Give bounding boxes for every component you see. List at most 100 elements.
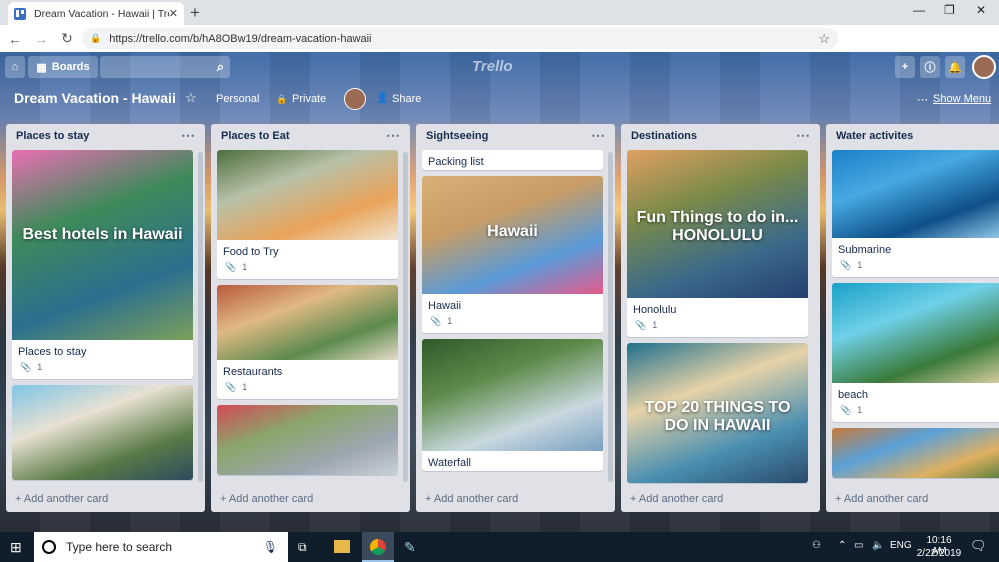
card[interactable]: [217, 405, 398, 475]
list-4[interactable]: Water activites⋯Submarine📎1beach📎1+ Add …: [826, 124, 999, 512]
list-3[interactable]: Destinations ⋯ Fun Things to do in... HONO…: [621, 124, 820, 512]
card[interactable]: Food to Try 📎 1: [217, 150, 398, 279]
task-view-icon[interactable]: ⧉: [298, 540, 307, 555]
card[interactable]: Waterfall: [422, 339, 603, 471]
cover-text: Hawaii: [487, 223, 538, 241]
card[interactable]: Fun Things to do in... HONOLULU Honolulu 📎…: [627, 150, 808, 337]
menu-dots-icon[interactable]: ⋯: [917, 93, 928, 106]
list-scrollbar[interactable]: [198, 152, 203, 482]
notifications-bell-icon[interactable]: 🔔: [945, 56, 965, 78]
list-menu-icon[interactable]: ⋯: [181, 127, 195, 144]
file-explorer-icon[interactable]: [334, 540, 350, 553]
list-title[interactable]: Water activites: [836, 130, 913, 142]
browser-tabstrip: Dream Vacation - Hawaii | Trello ✕ + — ❐…: [0, 0, 999, 25]
add-card-button[interactable]: + Add another card: [630, 493, 723, 505]
people-icon[interactable]: ⚇: [812, 540, 821, 551]
list-header[interactable]: Places to Eat ⋯: [211, 124, 410, 148]
maximize-button[interactable]: ❐: [944, 3, 955, 17]
windows-start-icon[interactable]: ⊞: [10, 539, 22, 556]
team-button[interactable]: Personal: [216, 93, 259, 105]
boards-button[interactable]: ▦ Boards: [28, 56, 98, 78]
language-indicator[interactable]: ENG: [890, 540, 912, 551]
add-card-button[interactable]: + Add another card: [425, 493, 518, 505]
create-button[interactable]: +: [895, 56, 915, 78]
list-2[interactable]: Sightseeing ⋯ Packing list Hawaii Hawaii 📎 1 Wa…: [416, 124, 615, 512]
list-1[interactable]: Places to Eat ⋯ Food to Try 📎 1 Restaurants 📎 1…: [211, 124, 410, 512]
app-icon[interactable]: ✎: [404, 539, 416, 556]
microphone-icon[interactable]: 🎙: [263, 540, 278, 554]
card[interactable]: Restaurants 📎 1: [217, 285, 398, 399]
volume-icon[interactable]: 🔈: [872, 540, 884, 551]
card-badges: 📎 1: [627, 318, 808, 337]
add-card-button[interactable]: + Add another card: [15, 493, 108, 505]
card-badges: 📎 1: [832, 403, 999, 422]
list-header[interactable]: Sightseeing ⋯: [416, 124, 615, 148]
trello-favicon-icon: [14, 7, 26, 20]
card[interactable]: Hawaii Hawaii 📎 1: [422, 176, 603, 333]
attachment-count: 1: [857, 260, 863, 270]
card-list: Best hotels in Hawaii Places to stay 📎 1: [12, 150, 193, 486]
card-title: Packing list: [428, 156, 484, 168]
address-bar[interactable]: 🔒 https://trello.com/b/hA8OBw19/dream-va…: [82, 28, 838, 49]
card-cover-image: [217, 150, 398, 240]
close-window-button[interactable]: ✕: [976, 3, 986, 17]
new-tab-button[interactable]: +: [190, 3, 200, 23]
card[interactable]: Submarine 📎 1: [832, 150, 999, 277]
attachment-count: 1: [447, 316, 453, 326]
star-board-icon[interactable]: ☆: [185, 90, 197, 106]
list-title[interactable]: Places to stay: [16, 130, 89, 142]
card[interactable]: [832, 428, 999, 478]
search-field[interactable]: ⌕: [100, 56, 230, 78]
card[interactable]: TOP 20 THINGS TO DO IN HAWAII: [627, 343, 808, 483]
clock-date[interactable]: 2/22/2019: [914, 548, 964, 559]
attachment-count: 1: [37, 362, 43, 372]
minimize-button[interactable]: —: [913, 3, 925, 17]
list-0[interactable]: Places to stay ⋯ Best hotels in Hawaii Plac…: [6, 124, 205, 512]
list-header[interactable]: Places to stay ⋯: [6, 124, 205, 148]
card[interactable]: beach 📎 1: [832, 283, 999, 422]
member-avatar[interactable]: [972, 55, 996, 79]
visibility-button[interactable]: Private: [292, 93, 326, 105]
list-title[interactable]: Places to Eat: [221, 130, 289, 142]
add-card-button[interactable]: + Add another card: [835, 493, 928, 505]
share-button[interactable]: Share: [392, 93, 421, 105]
taskbar-search[interactable]: Type here to search 🎙: [34, 532, 288, 562]
network-icon[interactable]: ▭: [854, 540, 863, 551]
tab-title: Dream Vacation - Hawaii | Trello: [34, 7, 169, 20]
add-card-button[interactable]: + Add another card: [220, 493, 313, 505]
bookmark-star-icon[interactable]: ☆: [818, 31, 830, 47]
card-cover-image: [217, 285, 398, 360]
card[interactable]: Packing list: [422, 150, 603, 170]
back-arrow-icon[interactable]: ←: [4, 31, 26, 47]
list-menu-icon[interactable]: ⋯: [796, 127, 810, 144]
tray-chevron-icon[interactable]: ⌃: [838, 540, 846, 551]
card[interactable]: Best hotels in Hawaii Places to stay 📎 1: [12, 150, 193, 379]
list-header[interactable]: Water activites⋯: [826, 124, 999, 148]
chrome-taskbar-button[interactable]: [362, 532, 394, 562]
list-scrollbar[interactable]: [608, 152, 613, 482]
tab-close-icon[interactable]: ✕: [169, 7, 178, 20]
trello-logo[interactable]: Trello: [472, 58, 513, 75]
info-icon[interactable]: ⓘ: [920, 56, 940, 78]
card[interactable]: [12, 385, 193, 480]
list-title[interactable]: Destinations: [631, 130, 697, 142]
card-cover-image: [217, 405, 398, 475]
list-scrollbar[interactable]: [403, 152, 408, 482]
reload-icon[interactable]: ↻: [56, 30, 78, 47]
list-menu-icon[interactable]: ⋯: [386, 127, 400, 144]
board-title[interactable]: Dream Vacation - Hawaii: [14, 90, 176, 106]
card-title: Submarine: [838, 244, 892, 256]
list-header[interactable]: Destinations ⋯: [621, 124, 820, 148]
board-member-avatar[interactable]: [344, 88, 366, 110]
browser-tab[interactable]: Dream Vacation - Hawaii | Trello ✕: [8, 2, 184, 25]
show-menu-button[interactable]: Show Menu: [933, 93, 991, 105]
attachment-icon: 📎: [840, 405, 852, 415]
action-center-icon[interactable]: 🗨: [970, 538, 987, 554]
card-badges: 📎 1: [217, 260, 398, 279]
lock-icon: 🔒: [276, 94, 288, 104]
list-menu-icon[interactable]: ⋯: [591, 127, 605, 144]
forward-arrow-icon[interactable]: →: [30, 31, 52, 47]
cover-text: TOP 20 THINGS TO DO IN HAWAII: [644, 399, 791, 434]
list-title[interactable]: Sightseeing: [426, 130, 488, 142]
home-icon[interactable]: ⌂: [5, 56, 25, 78]
